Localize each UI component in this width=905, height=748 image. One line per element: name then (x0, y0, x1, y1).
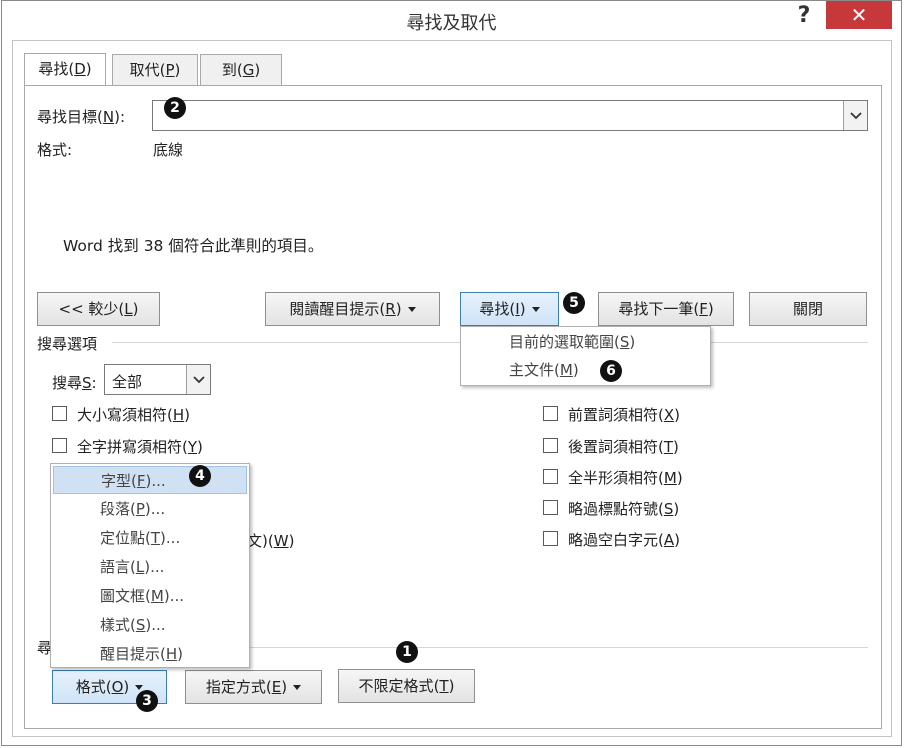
match-width-label: 全半形須相符(M) (568, 469, 683, 487)
callout-badge-2: 2 (164, 97, 186, 119)
less-button[interactable]: << 較少(L) (37, 292, 160, 326)
replace-section-divider (250, 647, 868, 648)
search-options-title: 搜尋選項 (37, 335, 98, 353)
chevron-down-icon (849, 112, 862, 120)
search-scope-combobox[interactable]: 全部 (104, 364, 211, 395)
callout-badge-6: 6 (600, 360, 622, 382)
title-bar[interactable]: 尋找及取代 (2, 1, 901, 41)
search-scope-label: 搜尋S: (52, 374, 97, 392)
find-next-button[interactable]: 尋找下一筆(F) (598, 292, 734, 326)
ignore-whitespace-checkbox[interactable] (543, 531, 558, 546)
menu-item-tabs[interactable]: 定位點(T)... (100, 524, 180, 552)
reading-highlight-button[interactable]: 閱讀醒目提示(R) (265, 292, 440, 326)
menu-item-paragraph[interactable]: 段落(P)... (100, 495, 165, 523)
tab-replace[interactable]: 取代(P) (112, 54, 198, 86)
ignore-punctuation-label: 略過標點符號(S) (568, 500, 680, 518)
find-what-combobox[interactable] (152, 100, 868, 131)
match-suffix-label: 後置詞須相符(T) (568, 438, 679, 456)
result-message: Word 找到 38 個符合此準則的項目。 (63, 237, 324, 255)
partial-option-label: 文)(W) (247, 532, 295, 550)
window-title: 尋找及取代 (406, 13, 497, 34)
menu-item-highlight[interactable]: 醒目提示(H) (100, 640, 183, 668)
search-scope-dropdown-button[interactable] (186, 365, 210, 394)
tab-find[interactable]: 尋找(D) (24, 53, 106, 87)
match-prefix-label: 前置詞須相符(X) (568, 406, 681, 424)
special-button[interactable]: 指定方式(E) (185, 670, 322, 704)
close-button[interactable]: 關閉 (749, 292, 867, 326)
chevron-down-icon (192, 376, 205, 384)
ignore-punctuation-checkbox[interactable] (543, 500, 558, 515)
match-suffix-checkbox[interactable] (543, 438, 558, 453)
dropdown-arrow-icon (135, 685, 144, 690)
format-value: 底線 (153, 141, 184, 159)
dropdown-arrow-icon (531, 307, 540, 312)
find-what-label: 尋找目標(N): (37, 108, 126, 126)
menu-item-main-document[interactable]: 主文件(M) (509, 356, 579, 384)
match-prefix-checkbox[interactable] (543, 406, 558, 421)
find-in-button[interactable]: 尋找(I) (460, 292, 559, 326)
whole-word-checkbox[interactable] (52, 438, 67, 453)
format-label: 格式: (37, 141, 73, 159)
callout-badge-1: 1 (396, 641, 418, 663)
dropdown-arrow-icon (407, 307, 416, 312)
menu-item-style[interactable]: 樣式(S)... (100, 611, 166, 639)
menu-item-frame[interactable]: 圖文框(M)... (100, 582, 184, 610)
match-case-checkbox[interactable] (52, 406, 67, 421)
menu-item-language[interactable]: 語言(L)... (100, 553, 164, 581)
close-window-button[interactable]: ✕ (826, 1, 892, 29)
callout-badge-5: 5 (563, 292, 585, 314)
find-what-dropdown-button[interactable] (843, 101, 867, 130)
ignore-whitespace-label: 略過空白字元(A) (568, 531, 680, 549)
tab-goto[interactable]: 到(G) (200, 54, 282, 86)
no-formatting-button[interactable]: 不限定格式(T) (338, 669, 475, 703)
format-menu: 字型(F)... 段落(P)... 定位點(T)... 語言(L)... 圖文框… (50, 463, 250, 668)
match-case-label: 大小寫須相符(H) (77, 406, 191, 424)
find-in-menu: 目前的選取範圍(S) 主文件(M) (460, 326, 711, 386)
menu-item-current-selection[interactable]: 目前的選取範圍(S) (509, 328, 635, 356)
whole-word-label: 全字拼寫須相符(Y) (77, 438, 203, 456)
search-scope-value: 全部 (112, 373, 143, 391)
match-width-checkbox[interactable] (543, 469, 558, 484)
help-button[interactable]: ? (786, 0, 822, 30)
menu-item-font[interactable]: 字型(F)... (53, 466, 247, 494)
callout-badge-3: 3 (136, 690, 158, 712)
callout-badge-4: 4 (189, 465, 211, 487)
dropdown-arrow-icon (293, 685, 302, 690)
